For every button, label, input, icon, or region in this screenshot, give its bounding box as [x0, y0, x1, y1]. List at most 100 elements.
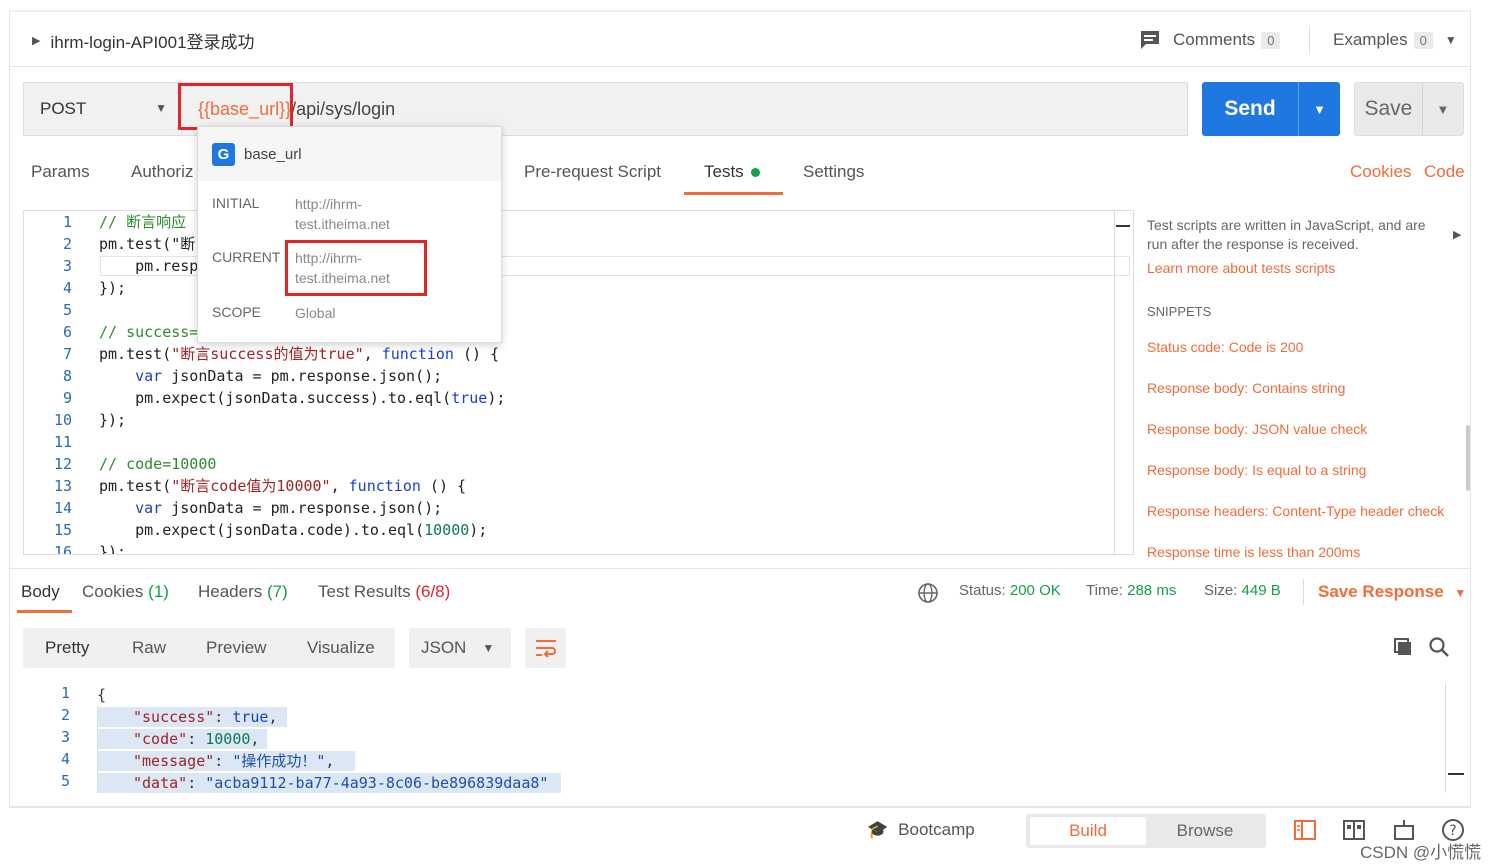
code-token: var: [135, 499, 163, 517]
send-button[interactable]: Send ▼: [1202, 82, 1340, 136]
snippet-link[interactable]: Response body: JSON value check: [1147, 421, 1367, 437]
copy-icon[interactable]: [1392, 636, 1414, 658]
snippet-link[interactable]: Response body: Contains string: [1147, 380, 1345, 396]
tests-script-editor[interactable]: 1// 断言响应 2 pm.test("断 3 pm.resp 4}); 5 6// suc…: [23, 210, 1134, 555]
examples-button[interactable]: Examples 0 ▼: [1333, 26, 1457, 54]
cookies-count: (1): [148, 582, 169, 601]
snippets-scrollbar[interactable]: [1466, 425, 1470, 491]
tab-params[interactable]: Params: [31, 162, 90, 182]
search-icon[interactable]: [1428, 636, 1450, 658]
popup-variable-name: base_url: [244, 145, 302, 163]
line-number: 16: [53, 543, 72, 555]
comments-button[interactable]: Comments 0: [1139, 26, 1281, 54]
test-results-count: (6/8): [415, 582, 451, 601]
status-label: Status:: [959, 582, 1006, 599]
save-dropdown-icon[interactable]: ▼: [1421, 83, 1463, 135]
code-token: pm.resp: [99, 257, 199, 275]
snippet-link[interactable]: Status code: Code is 200: [1147, 339, 1303, 355]
body-scrollbar-track[interactable]: [1445, 683, 1446, 793]
build-mode-button[interactable]: Build: [1030, 817, 1146, 845]
comments-label: Comments: [1173, 30, 1256, 49]
send-dropdown-icon[interactable]: ▼: [1298, 82, 1340, 136]
tests-indicator-dot: [750, 168, 760, 178]
status-value: 200 OK: [1009, 582, 1061, 599]
wrap-lines-button[interactable]: [525, 628, 566, 668]
code-text: var jsonData = pm.response.json();: [99, 365, 442, 387]
json-token: "data": [133, 774, 188, 792]
status-readout: Status: 200 OK: [959, 582, 1061, 599]
line-number: 4: [60, 750, 70, 768]
format-visualize[interactable]: Visualize: [307, 638, 375, 658]
browse-mode-button[interactable]: Browse: [1148, 817, 1262, 845]
snippet-link[interactable]: Response time is less than 200ms: [1147, 544, 1360, 560]
popup-header: G base_url: [198, 127, 501, 181]
code-line: 3 pm.resp: [24, 255, 1133, 277]
tab-body[interactable]: Body: [21, 582, 60, 602]
tab-test-results-label: Test Results: [318, 582, 411, 601]
code-text: pm.test("断言code值为10000", function () {: [99, 475, 466, 497]
line-number: 2: [60, 706, 70, 724]
body-fold-marker: [1448, 773, 1464, 775]
snippets-title: SNIPPETS: [1147, 304, 1212, 319]
code-token: "断言success的值为true": [171, 345, 364, 363]
code-line: 7 pm.test("断言success的值为true", function ()…: [24, 343, 1133, 365]
tab-settings[interactable]: Settings: [803, 162, 864, 182]
variable-popup: G base_url INITIAL http://ihrm-test.ithe…: [197, 126, 502, 343]
collapse-arrow-icon[interactable]: ▶: [1453, 228, 1461, 241]
language-value: JSON: [421, 638, 467, 657]
code-line: 14 var jsonData = pm.response.json();: [24, 497, 1133, 519]
time-readout: Time: 288 ms: [1086, 582, 1176, 599]
active-tab-underline: [17, 610, 72, 613]
code-line: 12 // code=10000: [24, 453, 1133, 475]
line-number: 1: [62, 213, 72, 231]
code-line: 16});: [24, 541, 1133, 555]
learn-more-link[interactable]: Learn more about tests scripts: [1147, 260, 1335, 276]
json-line: "data": "acba9112-ba77-4a93-8c06-be89683…: [133, 774, 549, 792]
format-preview[interactable]: Preview: [206, 638, 266, 658]
code-line: 5: [24, 299, 1133, 321]
tab-tests[interactable]: Tests: [704, 162, 760, 182]
tab-test-results[interactable]: Test Results (6/8): [318, 582, 450, 602]
code-token: // success=: [99, 323, 199, 341]
code-text: pm.test("断: [99, 233, 195, 255]
method-select[interactable]: POST ▼: [23, 82, 181, 136]
editor-scrollbar-track[interactable]: [1114, 211, 1115, 554]
format-raw[interactable]: Raw: [132, 638, 166, 658]
code-link[interactable]: Code: [1424, 162, 1465, 182]
tab-pre-request-script[interactable]: Pre-request Script: [524, 162, 661, 182]
bootcamp-button[interactable]: 🎓 Bootcamp: [867, 820, 975, 840]
comments-count: 0: [1261, 31, 1281, 49]
examples-count: 0: [1413, 31, 1433, 49]
json-token: ,: [250, 730, 260, 748]
tab-cookies[interactable]: Cookies (1): [82, 582, 169, 602]
active-tab-underline: [684, 192, 783, 195]
json-token: "message": [133, 752, 215, 770]
snippet-link[interactable]: Response body: Is equal to a string: [1147, 462, 1366, 478]
global-scope-badge: G: [212, 142, 235, 166]
format-pretty[interactable]: Pretty: [45, 638, 89, 658]
expand-triangle-icon[interactable]: ▶: [32, 34, 40, 47]
code-token: // 断言响应: [99, 213, 187, 231]
tab-authorization[interactable]: Authoriz: [131, 162, 193, 182]
code-line: 8 var jsonData = pm.response.json();: [24, 365, 1133, 387]
language-select[interactable]: JSON ▼: [409, 628, 511, 668]
save-button[interactable]: Save ▼: [1354, 82, 1464, 136]
two-pane-view-icon[interactable]: [1293, 818, 1317, 842]
line-number: 1: [60, 684, 70, 702]
save-response-button[interactable]: Save Response ▼: [1318, 582, 1466, 602]
code-text: pm.expect(jsonData.code).to.eql(10000);: [99, 519, 487, 541]
code-token: pm.expect(jsonData.code).to.eql(: [99, 521, 425, 539]
globe-icon[interactable]: [917, 582, 939, 604]
code-line: 1 // 断言响应: [24, 211, 1133, 233]
snippet-link[interactable]: Response headers: Content-Type header ch…: [1147, 503, 1444, 519]
cookies-link[interactable]: Cookies: [1350, 162, 1411, 182]
json-token: true: [232, 708, 269, 726]
code-token: 10000: [424, 521, 470, 539]
request-title[interactable]: ▶ ihrm-login-API001登录成功: [32, 26, 255, 54]
code-text: // 断言响应: [99, 211, 186, 233]
tab-headers[interactable]: Headers (7): [198, 582, 288, 602]
popup-scope-value: Global: [295, 305, 336, 321]
tab-cookies-label: Cookies: [82, 582, 144, 601]
watermark: CSDN @小慌慌: [1360, 843, 1482, 862]
